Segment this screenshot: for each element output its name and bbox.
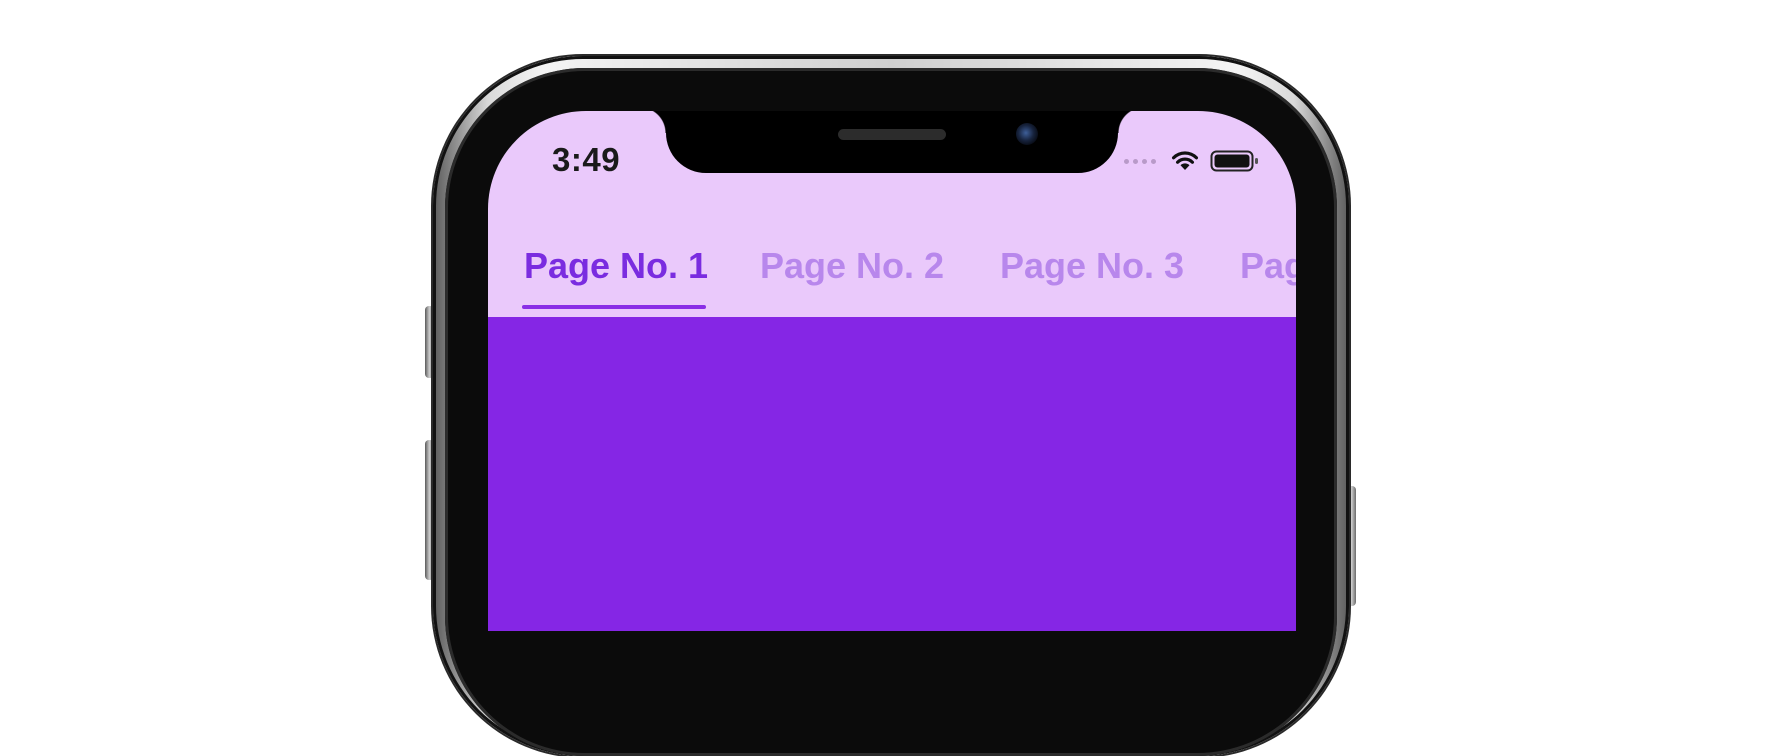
tab-page-3[interactable]: Page No. 3 — [1000, 245, 1184, 287]
tab-page-2[interactable]: Page No. 2 — [760, 245, 944, 287]
earpiece-speaker — [838, 129, 946, 140]
active-tab-indicator — [522, 305, 706, 309]
phone-notch — [640, 111, 1144, 173]
tab-bar: Page No. 1 Page No. 2 Page No. 3 Page No… — [488, 221, 1296, 317]
phone-screen: 3:49 Page No. 1 Page No. 2 Page No. 3 Pa… — [488, 111, 1296, 631]
signal-dots-icon — [1124, 158, 1156, 164]
status-indicators — [1124, 149, 1260, 173]
tab-page-1[interactable]: Page No. 1 — [524, 245, 708, 287]
tab-page-4[interactable]: Page No. 4 — [1240, 245, 1296, 287]
page-content[interactable] — [488, 317, 1296, 631]
front-camera-icon — [1016, 123, 1038, 145]
status-time: 3:49 — [552, 141, 621, 178]
battery-icon — [1210, 150, 1258, 172]
wifi-icon — [1172, 151, 1198, 170]
